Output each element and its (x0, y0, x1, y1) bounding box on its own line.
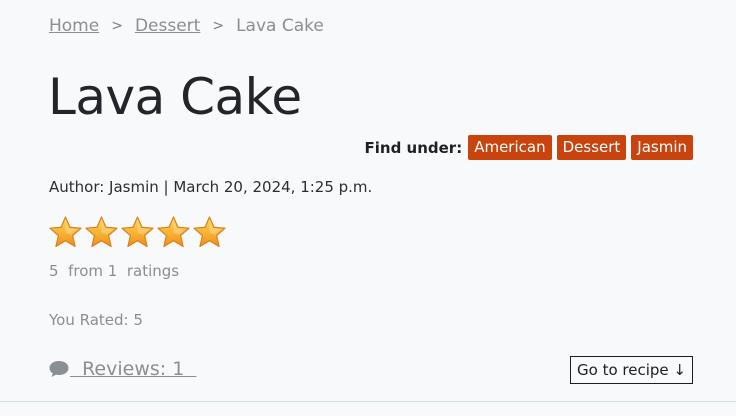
breadcrumb-dessert-link[interactable]: Dessert (135, 16, 200, 36)
star-icon[interactable] (192, 215, 227, 250)
author-line: Author: Jasmin | March 20, 2024, 1:25 p.… (49, 178, 373, 196)
reviews-label: Reviews: 1 (70, 358, 197, 380)
tag-american[interactable]: American (468, 135, 552, 160)
star-icon[interactable] (48, 215, 83, 250)
recipe-page: Home > Dessert > Lava Cake Lava Cake Fin… (0, 0, 736, 416)
breadcrumb-separator: > (212, 18, 225, 34)
page-title: Lava Cake (48, 68, 302, 126)
breadcrumb-separator: > (111, 18, 123, 34)
tag-jasmin[interactable]: Jasmin (631, 135, 693, 160)
star-icon[interactable] (120, 215, 155, 250)
user-rating: You Rated: 5 (49, 311, 143, 329)
go-to-recipe-button[interactable]: Go to recipe ↓ (570, 356, 693, 384)
star-icon[interactable] (84, 215, 119, 250)
tag-dessert[interactable]: Dessert (556, 135, 627, 160)
star-icon[interactable] (156, 215, 191, 250)
reviews-link[interactable]: Reviews: 1 (48, 358, 196, 380)
divider (0, 401, 736, 402)
breadcrumb: Home > Dessert > Lava Cake (49, 16, 324, 36)
rating-summary: 5 from 1 ratings (49, 262, 180, 280)
comment-icon (49, 361, 69, 377)
find-under-tags: Find under: American Dessert Jasmin (364, 135, 693, 160)
breadcrumb-current: Lava Cake (236, 16, 324, 36)
find-under-label: Find under: (364, 138, 463, 157)
star-rating[interactable] (48, 215, 227, 250)
breadcrumb-home-link[interactable]: Home (49, 16, 99, 36)
